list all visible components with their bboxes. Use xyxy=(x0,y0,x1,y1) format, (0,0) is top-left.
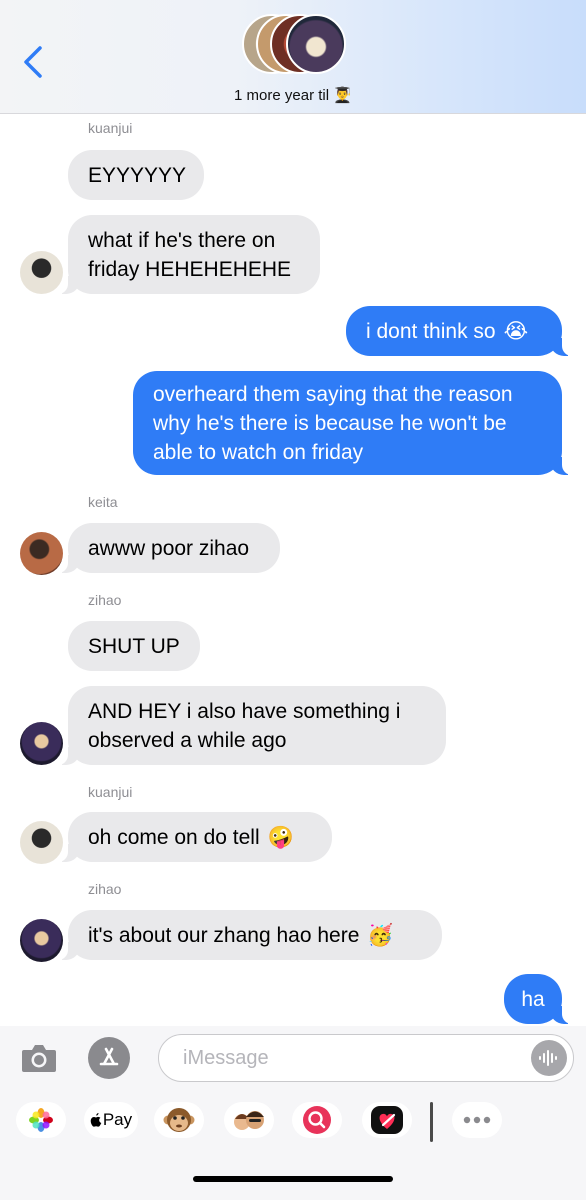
message-text: EYYYYYY xyxy=(88,163,187,187)
group-member-avatar xyxy=(286,14,346,74)
audio-message-icon[interactable] xyxy=(531,1040,567,1076)
conversation-header: 1 more year til 👨‍🎓 xyxy=(0,0,586,114)
message-text-line: what if he's there on xyxy=(88,229,276,252)
incoming-message-bubble[interactable]: SHUT UP xyxy=(68,621,200,671)
zany-face-emoji: 🤪 xyxy=(267,825,294,849)
sender-name: zihao xyxy=(88,881,122,897)
outgoing-message-bubble[interactable]: i dont think so 😭 xyxy=(346,306,576,356)
drawer-divider xyxy=(430,1102,433,1142)
sender-name: keita xyxy=(88,494,118,510)
message-input[interactable]: iMessage xyxy=(158,1034,574,1082)
apple-pay-icon[interactable]: Pay xyxy=(84,1102,138,1138)
message-text: it's about our zhang hao here xyxy=(88,923,360,947)
message-text: ha xyxy=(521,987,545,1011)
apple-pay-label: Pay xyxy=(102,1110,133,1129)
message-input-placeholder: iMessage xyxy=(183,1047,269,1069)
sender-avatar-kuanjui[interactable] xyxy=(20,821,63,864)
message-text-line: AND HEY i also have something i xyxy=(88,700,401,723)
message-text-line: why he's there is because he won't be xyxy=(153,412,507,435)
photos-icon[interactable] xyxy=(16,1102,66,1138)
group-avatar-stack[interactable] xyxy=(242,14,352,76)
sender-avatar-zihao[interactable] xyxy=(20,722,63,765)
sender-name: kuanjui xyxy=(88,120,133,136)
message-text: awww poor zihao xyxy=(88,536,250,560)
back-chevron-icon[interactable] xyxy=(18,42,52,82)
graduate-emoji: 👨‍🎓 xyxy=(333,87,352,104)
incoming-message-bubble[interactable]: oh come on do tell 🤪 xyxy=(54,812,332,862)
message-text: oh come on do tell xyxy=(88,825,260,849)
camera-icon[interactable] xyxy=(20,1040,58,1076)
image-search-icon[interactable] xyxy=(292,1102,342,1138)
outgoing-message-bubble[interactable]: ha xyxy=(504,974,576,1024)
crying-emoji: 😭 xyxy=(503,319,529,343)
composer-bar: iMessage xyxy=(0,1026,586,1092)
message-text-line: able to watch on friday xyxy=(153,441,364,464)
message-list[interactable]: kuanjui EYYYYYY what if he's there on fr… xyxy=(0,114,586,1026)
group-title[interactable]: 1 more year til 👨‍🎓 xyxy=(0,86,586,104)
incoming-message-bubble[interactable]: AND HEY i also have something i observed… xyxy=(54,686,446,765)
message-text: i dont think so xyxy=(366,319,496,343)
sender-name: kuanjui xyxy=(88,784,133,800)
memoji-stickers-icon[interactable] xyxy=(224,1102,274,1138)
incoming-message-bubble[interactable]: awww poor zihao xyxy=(54,523,280,573)
incoming-message-bubble[interactable]: EYYYYYY xyxy=(68,150,204,200)
sender-avatar-keita[interactable] xyxy=(20,532,63,575)
home-indicator[interactable] xyxy=(193,1176,393,1182)
message-text-line: friday HEHEHEHEHE xyxy=(88,258,292,281)
message-text: SHUT UP xyxy=(88,634,180,658)
digital-touch-icon[interactable] xyxy=(362,1102,412,1138)
sender-name: zihao xyxy=(88,592,122,608)
app-drawer: Pay xyxy=(0,1092,586,1200)
monkey-memoji-icon[interactable] xyxy=(154,1102,204,1138)
incoming-message-bubble[interactable]: it's about our zhang hao here 🥳 xyxy=(54,910,442,960)
sender-avatar-kuanjui[interactable] xyxy=(20,251,63,294)
outgoing-message-bubble[interactable]: overheard them saying that the reason wh… xyxy=(133,371,576,475)
more-icon[interactable] xyxy=(452,1102,502,1138)
incoming-message-bubble[interactable]: what if he's there on friday HEHEHEHEHE xyxy=(54,215,320,294)
group-title-text: 1 more year til xyxy=(234,87,330,104)
party-face-emoji: 🥳 xyxy=(367,923,394,947)
sender-avatar-zihao[interactable] xyxy=(20,919,63,962)
message-text-line: observed a while ago xyxy=(88,729,287,752)
app-store-icon[interactable] xyxy=(88,1037,130,1079)
message-text-line: overheard them saying that the reason xyxy=(153,383,513,406)
